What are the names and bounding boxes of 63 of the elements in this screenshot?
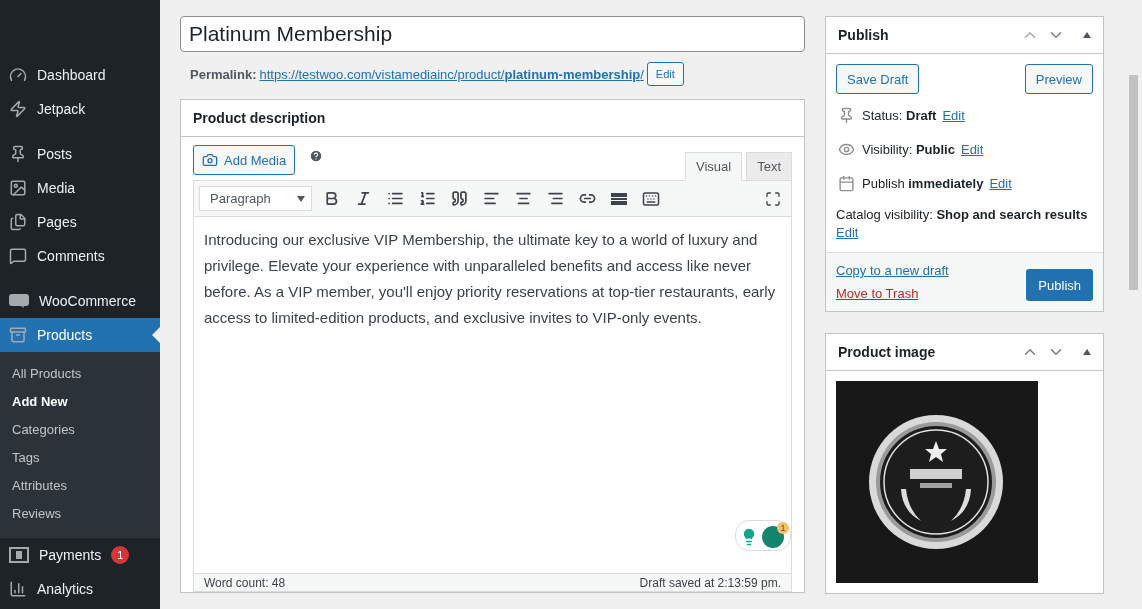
sidebar-item[interactable]: Analytics: [0, 572, 160, 606]
count-badge: 1: [111, 546, 130, 564]
panel-title: Publish: [838, 27, 889, 43]
submenu-item[interactable]: Categories: [0, 415, 160, 443]
sidebar-item[interactable]: Comments: [0, 239, 160, 273]
pin-icon: [9, 145, 27, 163]
bar-chart-icon: [9, 580, 27, 598]
box-icon: [9, 326, 27, 344]
edit-link[interactable]: Edit: [942, 107, 965, 123]
collapse-icon[interactable]: [1083, 349, 1091, 355]
camera-icon: [202, 152, 218, 168]
grammarly-widget[interactable]: 1: [735, 520, 791, 551]
format-dropdown[interactable]: Paragraph: [199, 186, 312, 211]
sidebar-item[interactable]: WooCommerce: [0, 284, 160, 318]
catalog-visibility: Catalog visibility: Shop and search results: [836, 207, 1088, 222]
editor-tab[interactable]: Text: [746, 152, 792, 181]
add-media-button[interactable]: Add Media: [193, 145, 296, 175]
sidebar-item[interactable]: Dashboard: [0, 58, 160, 92]
sidebar-item[interactable]: Products: [0, 318, 160, 352]
autosave-status: Draft saved at 2:13:59 pm.: [639, 575, 781, 590]
description-text: Introducing our exclusive VIP Membership, the ultimate key to a world of luxury and privilege. Elevate your experience with unparalleled benefits and access like never before. As a VIP member, you'll enjoy priority reservations at top-tier restaurants, early access to limited-edition products, and exclusive invites to VIP-only events.: [204, 230, 777, 328]
panel-title: Product description: [193, 110, 326, 126]
help-icon[interactable]: [309, 148, 324, 163]
save-draft-button[interactable]: Save Draft: [836, 64, 920, 94]
collapse-icon[interactable]: [1083, 32, 1091, 38]
publish-button[interactable]: Publish: [1026, 269, 1093, 301]
permalink-label: Permalink:: [190, 66, 257, 82]
word-count: Word count: 48: [204, 575, 286, 590]
preview-button[interactable]: Preview: [1024, 64, 1093, 94]
calendar-icon: [837, 174, 855, 192]
sidebar-item[interactable]: Posts: [0, 137, 160, 171]
publish-setting: Status: Draft: [862, 107, 937, 123]
current-pointer-icon: [152, 327, 160, 343]
image-icon: [9, 179, 27, 197]
publish-setting: Publish immediately: [862, 175, 984, 191]
dashboard-icon: [9, 66, 27, 84]
submenu-item[interactable]: All Products: [0, 359, 160, 387]
sidebar-item[interactable]: Payments 1: [0, 538, 160, 572]
submenu-item[interactable]: Tags: [0, 443, 160, 471]
edit-link[interactable]: Edit: [836, 225, 859, 240]
bolt-icon: [9, 100, 27, 118]
submenu-item[interactable]: Add New: [0, 387, 160, 415]
trash-link[interactable]: Move to Trash: [836, 286, 949, 301]
sidebar-item[interactable]: Jetpack: [0, 92, 160, 126]
edit-link[interactable]: Edit: [960, 141, 984, 157]
sidebar-item[interactable]: Pages: [0, 205, 160, 239]
submenu-item[interactable]: Attributes: [0, 471, 160, 499]
pages-icon: [9, 213, 27, 231]
dollar-icon: [9, 547, 29, 563]
copy-draft-link[interactable]: Copy to a new draft: [836, 263, 949, 278]
edit-button[interactable]: Edit: [646, 62, 684, 86]
publish-setting: Visibility: Public: [862, 141, 955, 157]
submenu-item[interactable]: Reviews: [0, 499, 160, 527]
title-field[interactable]: Platinum Membership: [180, 16, 805, 52]
panel-title: Product image: [838, 344, 936, 360]
editor-tab[interactable]: Visual: [684, 152, 743, 181]
notification-badge: 1: [777, 522, 789, 534]
grammarly-icon: [762, 526, 784, 548]
permalink-link[interactable]: https://testwoo.com/vistamediainc/product/platinum-membership/: [259, 66, 644, 82]
bubble-icon: [9, 294, 29, 308]
speech-bubble-icon: [9, 247, 27, 265]
sidebar-item[interactable]: Media: [0, 171, 160, 205]
edit-link[interactable]: Edit: [989, 175, 1012, 191]
